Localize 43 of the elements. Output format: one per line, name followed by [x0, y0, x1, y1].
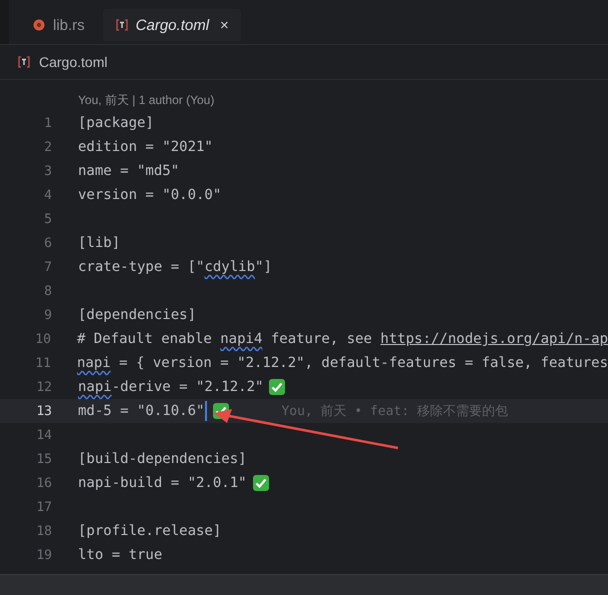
- close-icon[interactable]: ×: [220, 16, 229, 34]
- code-line: [lib]: [78, 235, 120, 251]
- bracket-file-icon: [114, 18, 129, 32]
- git-blame-annotation: You, 前天 • feat: 移除不需要的包: [281, 403, 508, 420]
- line-number: 3: [43, 164, 53, 178]
- code-line: [build-dependencies]: [78, 451, 247, 467]
- line-number: 8: [43, 284, 53, 298]
- code-line: napi = { version = "2.12.2", default-features = false, features: [76, 355, 608, 371]
- code-line: [dependencies]: [78, 307, 196, 323]
- code-line: napi-build = "2.0.1": [78, 475, 247, 491]
- line-number: 7: [43, 260, 53, 274]
- editor-tab[interactable]: lib.rs: [20, 9, 97, 41]
- code-line: napi-derive = "2.12.2": [78, 379, 264, 395]
- line-number: 1: [43, 116, 53, 130]
- line-number: 19: [35, 548, 53, 562]
- code-line: [package]: [78, 115, 154, 131]
- bracket-file-icon: [17, 55, 31, 69]
- line-number: 6: [43, 236, 53, 250]
- line-number: 2: [43, 140, 53, 154]
- code-lens[interactable]: You, 前天 | 1 author (You): [78, 89, 214, 111]
- line-number: 17: [35, 500, 53, 514]
- line-number: 13: [35, 404, 53, 418]
- code-line: version = "0.0.0": [78, 187, 222, 203]
- code-line: crate-type = ["cdylib"]: [78, 259, 272, 275]
- line-number: 14: [35, 428, 53, 442]
- code-line: md-5 = "0.10.6": [78, 403, 204, 419]
- line-number: 5: [43, 212, 53, 226]
- code-line: # Default enable napi4 feature, see https://nodejs.org/api/n-ap: [76, 331, 608, 347]
- editor-tab[interactable]: Cargo.toml ×: [102, 9, 241, 41]
- line-number: 4: [43, 188, 53, 202]
- code-line: name = "md5": [78, 163, 180, 179]
- line-number: 18: [35, 524, 53, 538]
- code-line: lto = true: [78, 547, 162, 563]
- line-number: 12: [35, 380, 53, 394]
- gear-icon: [32, 18, 46, 32]
- line-number: 9: [43, 308, 53, 322]
- breadcrumb[interactable]: Cargo.toml: [39, 54, 108, 70]
- line-number: 10: [34, 332, 52, 346]
- code-line: edition = "2021": [78, 139, 213, 155]
- code-line: [profile.release]: [78, 523, 222, 539]
- line-number: 11: [34, 356, 52, 370]
- line-number: 15: [35, 452, 53, 466]
- line-number: 16: [35, 476, 53, 490]
